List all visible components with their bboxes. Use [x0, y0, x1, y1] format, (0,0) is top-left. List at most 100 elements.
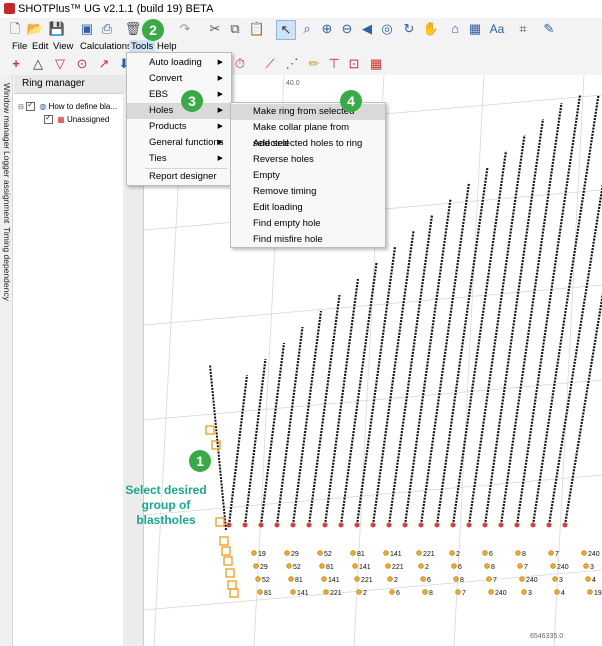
triangle-icon[interactable]: ▽ — [52, 55, 68, 73]
hole-marker — [519, 576, 525, 582]
menu-item-empty[interactable]: Empty — [231, 168, 385, 184]
menu-calculations[interactable]: Calculations — [80, 40, 132, 53]
table-icon[interactable]: ▦ — [368, 55, 384, 73]
polyline-icon[interactable]: △ — [30, 55, 46, 73]
hole-marker — [288, 576, 294, 582]
menu-item-find-misfire-hole[interactable]: Find misfire hole — [231, 232, 385, 248]
circle-icon[interactable]: ⊙ — [74, 55, 90, 73]
new-file-icon[interactable]: 🗋 — [6, 20, 24, 38]
menu-item-remove-timing[interactable]: Remove timing — [231, 184, 385, 200]
tab-timing-dependency[interactable]: Timing dependency — [0, 227, 12, 301]
menu-item-make-ring-from-selected[interactable]: Make ring from selected — [231, 104, 385, 120]
hole-marker — [550, 563, 556, 569]
redo-icon[interactable]: ↷ — [176, 20, 194, 38]
grid-settings-icon[interactable]: ⌗ — [514, 20, 532, 38]
hole-label: 6 — [427, 577, 431, 584]
hole-marker — [284, 550, 290, 556]
hole-marker — [319, 563, 325, 569]
hole-marker — [453, 576, 459, 582]
pencil-icon[interactable]: ✏ — [306, 55, 322, 73]
checkbox-unassigned[interactable] — [44, 113, 53, 125]
hole-label: 221 — [423, 551, 435, 558]
blasthole-line — [355, 246, 397, 526]
drawing-toolbar: + △ ▽ ⊙ ↗ ⬇ ⏱ ⟋ ⋰ ✏ ⊤ ⊡ ▦ — [0, 53, 602, 76]
grid-line — [453, 75, 485, 646]
zoom-window-icon[interactable]: ⌕ — [298, 20, 316, 38]
hole-label: 2 — [363, 590, 367, 597]
tree-item-unassigned[interactable]: ▦ Unassigned — [44, 113, 109, 125]
pan-hand-icon[interactable]: ✋ — [422, 20, 440, 38]
menu-item-ebs[interactable]: EBS ▶ — [127, 87, 231, 103]
step-badge-2: 2 — [142, 19, 164, 41]
menu-item-convert[interactable]: Convert ▶ — [127, 71, 231, 87]
measure-icon[interactable]: ✎ — [540, 20, 558, 38]
window-title: SHOTPlus™ UG v2.1.1 (build 19) BETA — [18, 3, 214, 15]
menu-item-auto-loading[interactable]: Auto loading ▶ — [127, 55, 231, 71]
tie-icon[interactable]: ⊤ — [326, 55, 342, 73]
detonator-icon[interactable]: ⊡ — [346, 55, 362, 73]
view-icon[interactable]: ⌂ — [446, 20, 464, 38]
menu-item-holes[interactable]: Holes ▶ — [127, 103, 231, 119]
print-preview-icon[interactable]: ▣ — [78, 20, 96, 38]
zoom-extents-icon[interactable]: ◎ — [378, 20, 396, 38]
selected-hole-box — [229, 588, 239, 598]
menu-item-find-empty-hole[interactable]: Find empty hole — [231, 216, 385, 232]
rotate-icon[interactable]: ↻ — [400, 20, 418, 38]
menu-view[interactable]: View — [53, 40, 73, 53]
hole-marker — [521, 589, 527, 595]
menu-file[interactable]: File — [12, 40, 27, 53]
hole-collar-marker — [562, 522, 568, 528]
paste-icon[interactable]: 📋 — [248, 20, 266, 38]
checkbox-project[interactable] — [26, 100, 36, 112]
zoom-in-icon[interactable]: ⊕ — [318, 20, 336, 38]
menu-item-add-selected-holes[interactable]: Add selected holes to ring — [231, 136, 385, 152]
hole-marker — [455, 589, 461, 595]
hole-label: 52 — [293, 564, 301, 571]
zoom-out-icon[interactable]: ⊖ — [338, 20, 356, 38]
app-icon — [4, 3, 15, 14]
timing-icon[interactable]: ⏱ — [232, 55, 248, 73]
hole-collar-marker — [434, 522, 440, 528]
hole-marker — [383, 550, 389, 556]
hole-label: 2 — [425, 564, 429, 571]
blasthole-line — [435, 166, 489, 526]
tab-logger-assignment[interactable]: Logger assignment — [0, 151, 12, 223]
hole-marker — [251, 550, 257, 556]
hole-label: 240 — [526, 577, 538, 584]
copy-icon[interactable]: ⧉ — [226, 20, 244, 38]
hole-collar-marker — [226, 522, 232, 528]
blasthole-line — [307, 294, 341, 526]
open-folder-icon[interactable]: 📂 — [26, 20, 44, 38]
menu-item-general-functions[interactable]: General functions ▶ — [127, 135, 231, 151]
step-badge-1: 1 — [189, 450, 211, 472]
menu-item-make-collar-plane[interactable]: Make collar plane from selected — [231, 120, 385, 149]
hole-label: 52 — [262, 577, 270, 584]
line-tool-icon[interactable]: ⟋ — [262, 55, 278, 73]
menu-item-report-designer[interactable]: Report designer — [127, 169, 231, 185]
delete-icon[interactable]: 🗑 — [124, 20, 142, 38]
hole-label: 2 — [394, 577, 398, 584]
font-size-icon[interactable]: Aa — [488, 20, 506, 38]
plan-view-icon[interactable]: ▦ — [466, 20, 484, 38]
hole-label: 6 — [489, 551, 493, 558]
zoom-previous-icon[interactable]: ◀ — [358, 20, 376, 38]
hole-label: 3 — [559, 577, 563, 584]
menu-item-reverse-holes[interactable]: Reverse holes — [231, 152, 385, 168]
print-icon[interactable]: ⎙ — [98, 20, 116, 38]
arrow-icon[interactable]: ↗ — [96, 55, 112, 73]
tab-window-manager[interactable]: Window manager — [0, 83, 12, 149]
menu-item-products[interactable]: Products ▶ — [127, 119, 231, 135]
hole-label: 141 — [390, 551, 402, 558]
tree-item-project[interactable]: ⊟ ◍ How to define bla... — [18, 100, 117, 113]
save-icon[interactable]: 💾 — [48, 20, 66, 38]
menu-item-ties[interactable]: Ties ▶ — [127, 151, 231, 167]
select-pointer-icon[interactable]: ↖ — [276, 20, 296, 40]
menu-edit[interactable]: Edit — [32, 40, 48, 53]
add-point-icon[interactable]: + — [8, 55, 24, 73]
hole-marker — [385, 563, 391, 569]
menu-item-edit-loading[interactable]: Edit loading — [231, 200, 385, 216]
cut-icon[interactable]: ✂ — [206, 20, 224, 38]
dashed-line-icon[interactable]: ⋰ — [284, 55, 300, 73]
hole-marker — [420, 576, 426, 582]
hole-marker — [517, 563, 523, 569]
